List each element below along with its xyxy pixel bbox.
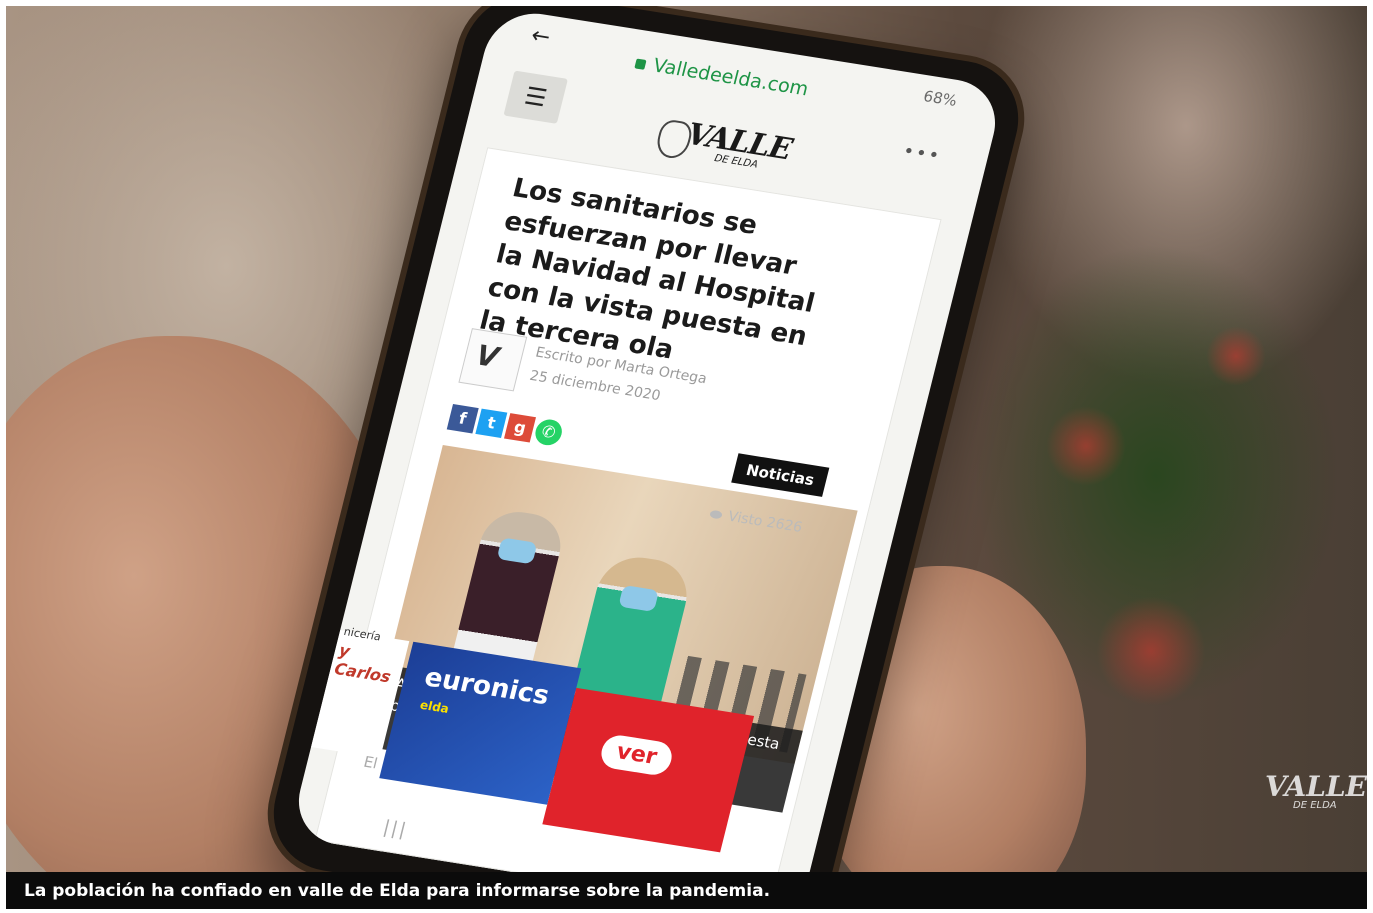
facebook-icon[interactable]: f xyxy=(446,404,479,434)
ad-euronics-subtext: elda xyxy=(418,697,451,716)
twitter-icon[interactable]: t xyxy=(475,408,508,438)
eye-icon xyxy=(709,509,724,520)
caption-bar: La población ha confiado en valle de Eld… xyxy=(6,872,1367,909)
bokeh-light xyxy=(1046,406,1126,486)
image-frame: ← Valledeelda.com 68% ☰ ••• VALLE DE ELD… xyxy=(6,6,1367,909)
article-headline[interactable]: Los sanitarios se esfuerzan por llevar l… xyxy=(476,171,843,388)
ad-red[interactable]: ver xyxy=(542,687,755,853)
author-avatar: V xyxy=(458,328,528,392)
ad-euronics[interactable]: euronics elda xyxy=(379,641,582,805)
smartphone: ← Valledeelda.com 68% ☰ ••• VALLE DE ELD… xyxy=(260,6,1032,872)
phone-wrapper: ← Valledeelda.com 68% ☰ ••• VALLE DE ELD… xyxy=(226,6,1032,872)
back-arrow-icon[interactable]: ← xyxy=(529,23,553,50)
bokeh-light xyxy=(1096,596,1206,706)
browser-statusbar: ← Valledeelda.com 68% xyxy=(487,17,1002,121)
image-caption: La población ha confiado en valle de Eld… xyxy=(24,881,771,901)
phone-screen: ← Valledeelda.com 68% ☰ ••• VALLE DE ELD… xyxy=(288,6,1006,872)
more-options-icon[interactable]: ••• xyxy=(901,141,943,167)
avatar-logo-icon: V xyxy=(472,338,503,375)
ad-left-name: y Carlos xyxy=(332,640,393,687)
ad-red-logo: ver xyxy=(597,733,676,778)
hamburger-menu-button[interactable]: ☰ xyxy=(503,70,568,124)
url-text: Valledeelda.com xyxy=(650,54,811,101)
bokeh-light xyxy=(1206,326,1266,386)
battery-indicator: 68% xyxy=(921,87,959,110)
site-logo[interactable]: VALLE DE ELDA xyxy=(652,113,802,184)
category-tag[interactable]: Noticias xyxy=(730,453,830,497)
photo: ← Valledeelda.com 68% ☰ ••• VALLE DE ELD… xyxy=(6,6,1367,872)
watermark-logo: VALLE DE ELDA xyxy=(1239,770,1367,820)
whatsapp-icon[interactable]: ✆ xyxy=(532,417,565,448)
share-buttons: f t g ✆ xyxy=(446,404,567,449)
google-plus-icon[interactable]: g xyxy=(503,413,536,443)
lock-icon xyxy=(634,58,647,70)
watermark-text: VALLE xyxy=(1265,770,1367,803)
watermark-subtext: DE ELDA xyxy=(1293,800,1337,811)
address-bar[interactable]: Valledeelda.com xyxy=(633,52,811,101)
recents-nav-icon[interactable]: ||| xyxy=(381,817,410,841)
